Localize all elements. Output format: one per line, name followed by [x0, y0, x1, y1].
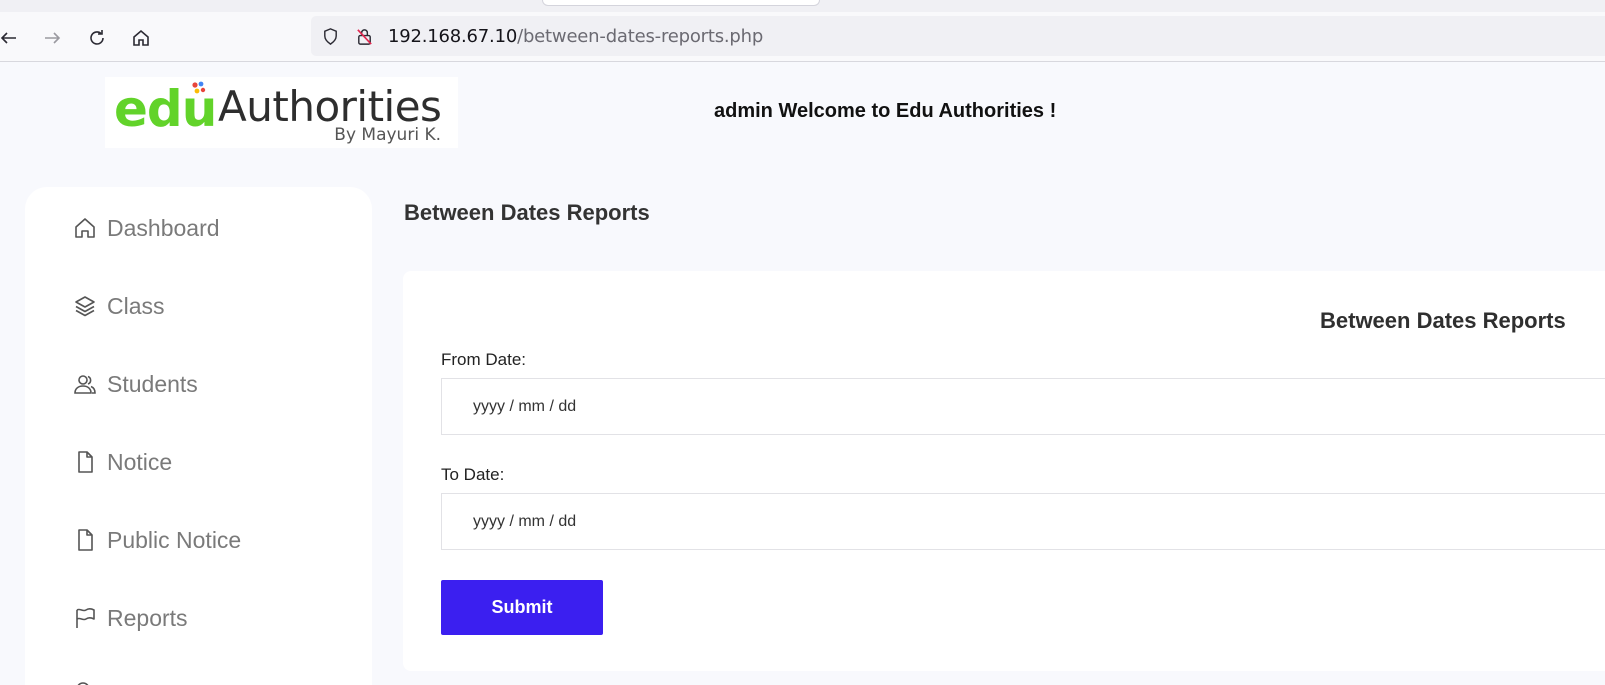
- site-logo[interactable]: edu Authorities By Mayuri K.: [105, 77, 458, 148]
- file-icon: [72, 527, 98, 553]
- sidebar-item-class[interactable]: Class: [72, 290, 165, 322]
- sidebar-item-label: Students: [107, 370, 198, 397]
- file-icon: [72, 449, 98, 475]
- browser-tabstrip: [0, 0, 1605, 12]
- logo-byline: By Mayuri K.: [334, 125, 441, 145]
- from-date-placeholder: yyyy / mm / dd: [473, 398, 577, 415]
- to-date-placeholder: yyyy / mm / dd: [473, 513, 577, 530]
- url-bar[interactable]: 192.168.67.10/between-dates-reports.php: [311, 16, 1605, 56]
- submit-button[interactable]: Submit: [441, 580, 603, 635]
- page-title: Between Dates Reports: [404, 200, 650, 225]
- sidebar-item-notice[interactable]: Notice: [72, 446, 172, 478]
- home-icon[interactable]: [126, 23, 156, 53]
- from-date-input[interactable]: yyyy / mm / dd: [441, 378, 1605, 435]
- search-icon: [72, 678, 98, 685]
- sidebar-item-label: Class: [107, 292, 165, 319]
- welcome-message: admin Welcome to Edu Authorities !: [714, 100, 1057, 122]
- sidebar-item-public-notice[interactable]: Public Notice: [72, 524, 241, 556]
- url-host: 192.168.67.10: [388, 26, 518, 47]
- sidebar: Dashboard Class Students Notice Public N…: [25, 187, 372, 685]
- sidebar-item-dashboard[interactable]: Dashboard: [72, 212, 220, 244]
- sidebar-item-label: Public Notice: [107, 526, 242, 553]
- back-arrow-icon[interactable]: [0, 23, 24, 53]
- from-date-label: From Date:: [441, 350, 527, 369]
- users-icon: [72, 371, 98, 397]
- browser-toolbar: 192.168.67.10/between-dates-reports.php: [0, 12, 1605, 62]
- flag-icon: [72, 605, 98, 631]
- forward-arrow-icon[interactable]: [37, 23, 67, 53]
- layers-icon: [72, 293, 98, 319]
- sidebar-item-label: Dashboard: [107, 214, 220, 241]
- url-text[interactable]: 192.168.67.10/between-dates-reports.php: [388, 26, 763, 47]
- to-date-input[interactable]: yyyy / mm / dd: [441, 493, 1605, 550]
- sidebar-item-partial[interactable]: [72, 675, 98, 685]
- url-path: /between-dates-reports.php: [517, 26, 764, 47]
- sidebar-item-reports[interactable]: Reports: [72, 602, 188, 634]
- logo-dots-icon: [192, 81, 206, 94]
- home-icon: [72, 215, 98, 241]
- report-form-card: Between Dates Reports From Date: yyyy / …: [403, 271, 1605, 671]
- to-date-label: To Date:: [441, 465, 505, 484]
- shield-icon[interactable]: [320, 26, 340, 46]
- sidebar-item-label: Reports: [107, 604, 188, 631]
- reload-icon[interactable]: [82, 23, 112, 53]
- sidebar-item-students[interactable]: Students: [72, 368, 198, 400]
- insecure-lock-icon[interactable]: [354, 26, 374, 46]
- sidebar-item-label: Notice: [107, 448, 173, 475]
- browser-tab[interactable]: [542, 0, 820, 6]
- card-title: Between Dates Reports: [1320, 308, 1566, 333]
